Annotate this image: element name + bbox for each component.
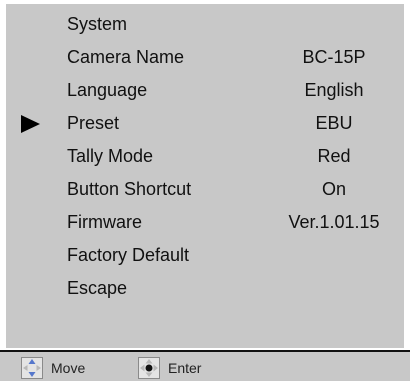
dpad-up-down-icon xyxy=(21,357,43,379)
osd-screen: System Camera Name BC-15P Language Engli… xyxy=(0,0,410,381)
menu-item-preset[interactable]: Preset EBU xyxy=(6,107,404,140)
menu-item-label: Firmware xyxy=(67,212,142,232)
menu-item-value: Ver.1.01.15 xyxy=(288,212,380,232)
dpad-enter-icon xyxy=(138,357,160,379)
menu-item-value: EBU xyxy=(315,113,353,133)
menu-item-value: Red xyxy=(317,146,351,166)
move-hint: Move xyxy=(21,357,85,379)
enter-hint: Enter xyxy=(138,357,201,379)
menu-item-label: Escape xyxy=(67,278,128,298)
menu-item-value: BC-15P xyxy=(302,47,366,67)
enter-label: Enter xyxy=(168,360,202,376)
menu-item-label: Factory Default xyxy=(67,245,190,265)
menu-item-label: Camera Name xyxy=(67,47,185,67)
menu-item-tally-mode[interactable]: Tally Mode Red xyxy=(6,140,404,173)
move-label: Move xyxy=(51,360,86,376)
menu-item-label: System xyxy=(67,14,128,34)
menu-item-language[interactable]: Language English xyxy=(6,74,404,107)
menu-item-button-shortcut[interactable]: Button Shortcut On xyxy=(6,173,404,206)
menu-item-label: Button Shortcut xyxy=(67,179,192,199)
menu-item-value: English xyxy=(304,80,364,100)
menu-item-system[interactable]: System xyxy=(6,8,404,41)
menu-item-escape[interactable]: Escape xyxy=(6,272,404,305)
menu-item-factory-default[interactable]: Factory Default xyxy=(6,239,404,272)
menu-item-label: Preset xyxy=(67,113,120,133)
menu-item-value: On xyxy=(321,179,346,199)
menu-item-firmware[interactable]: Firmware Ver.1.01.15 xyxy=(6,206,404,239)
selection-cursor-icon xyxy=(21,114,40,133)
system-menu: System Camera Name BC-15P Language Engli… xyxy=(6,4,404,348)
menu-item-label: Language xyxy=(67,80,148,100)
key-guide-bar: Move Enter xyxy=(0,350,410,381)
menu-item-label: Tally Mode xyxy=(67,146,154,166)
menu-item-camera-name[interactable]: Camera Name BC-15P xyxy=(6,41,404,74)
